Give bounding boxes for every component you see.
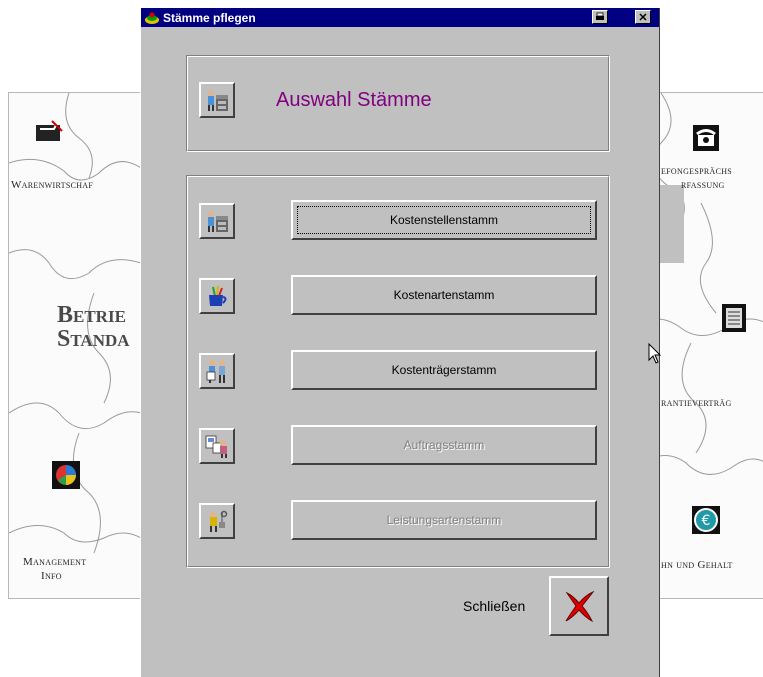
- leistungsartenstamm-icon-button[interactable]: [199, 503, 235, 539]
- button-label: Kostenträgerstamm: [391, 363, 497, 377]
- button-label: Kostenartenstamm: [393, 288, 495, 302]
- close-label: Schließen: [463, 598, 526, 614]
- kostenstellenstamm-icon-button[interactable]: [199, 203, 235, 239]
- kostenstellenstamm-button[interactable]: Kostenstellenstamm: [291, 200, 597, 240]
- person-with-documents-icon: [205, 435, 227, 458]
- telefon-label-1: efongesprächs: [661, 165, 733, 177]
- kostenartenstamm-button[interactable]: Kostenartenstamm: [291, 275, 597, 315]
- cup-with-pencils-icon: [209, 285, 227, 306]
- garantie-label: rantieverträg: [661, 397, 732, 409]
- pie-chart-icon: [51, 460, 81, 490]
- auftragsstamm-button[interactable]: Auftragsstamm: [291, 425, 597, 465]
- document-icon: [719, 303, 749, 333]
- management-label-1: Management: [23, 556, 87, 568]
- header-title: Auswahl Stämme: [276, 89, 432, 111]
- kostentraegerstamm-icon-button[interactable]: [199, 353, 235, 389]
- background-puzzle-left: Warenwirtschaf Betrie Standa Management …: [8, 92, 142, 599]
- kostentraegerstamm-button[interactable]: Kostenträgerstamm: [291, 350, 597, 390]
- print-icon[interactable]: [592, 10, 608, 24]
- euro-icon: €: [691, 505, 721, 535]
- worker-with-tools-icon: [210, 510, 228, 532]
- staemme-dialog: Stämme pflegen ✕ Auswahl Stämme Kostenst…: [140, 8, 660, 677]
- management-label-2: Info: [41, 570, 62, 582]
- leistungsartenstamm-button[interactable]: Leistungsartenstamm: [291, 500, 597, 540]
- close-button[interactable]: [549, 576, 609, 636]
- warenwirtschaft-icon: [34, 117, 64, 147]
- telephone-icon: [691, 123, 721, 153]
- close-icon[interactable]: ✕: [635, 10, 651, 24]
- header-icon-button[interactable]: [199, 82, 235, 118]
- betrieb-label-2: Standa: [57, 326, 130, 352]
- title-bar[interactable]: Stämme pflegen ✕: [141, 8, 659, 27]
- kostenartenstamm-icon-button[interactable]: [199, 278, 235, 314]
- two-people-icon: [206, 360, 225, 383]
- betrieb-label-1: Betrie: [57, 302, 126, 328]
- lohn-label: hn und Gehalt: [661, 559, 733, 571]
- auftragsstamm-icon-button[interactable]: [199, 428, 235, 464]
- button-label: Auftragsstamm: [403, 438, 485, 452]
- telefon-label-2: rfassung: [681, 179, 725, 191]
- red-x-icon: [565, 590, 595, 623]
- people-at-desk-icon: [208, 211, 228, 232]
- button-label: Leistungsartenstamm: [386, 513, 502, 527]
- mouse-cursor-icon: [648, 343, 662, 364]
- people-at-desk-icon: [208, 90, 228, 111]
- warenwirtschaft-label: Warenwirtschaf: [11, 179, 94, 191]
- svg-text:€: €: [702, 513, 711, 529]
- window-title: Stämme pflegen: [163, 10, 256, 25]
- app-icon: [145, 12, 159, 24]
